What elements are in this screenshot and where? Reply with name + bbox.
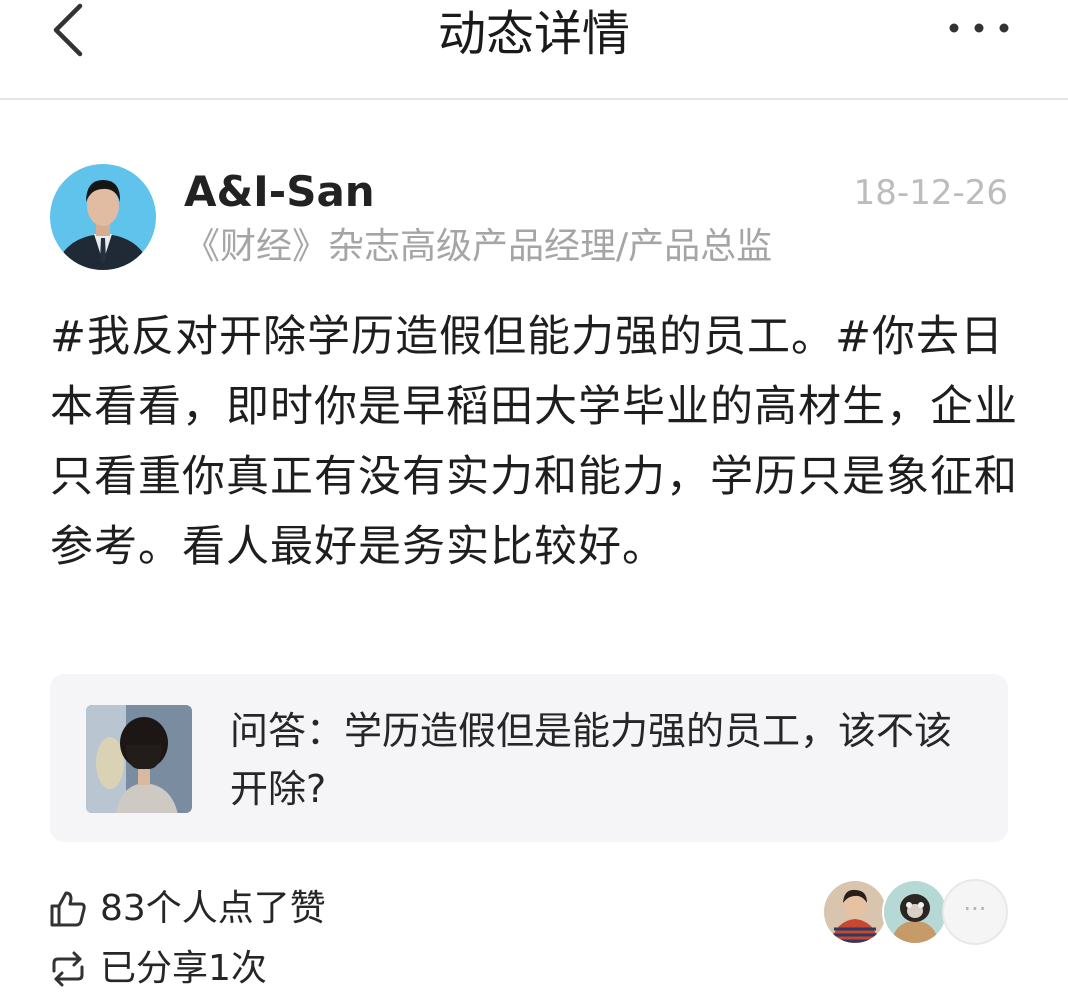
like-button[interactable]: 83个人点了赞 <box>48 884 326 934</box>
linked-question-card[interactable]: 问答：学历造假但是能力强的员工，该不该开除? <box>50 674 1008 842</box>
share-count-row: 已分享1次 <box>48 944 267 994</box>
liker-avatar-1[interactable] <box>822 879 888 945</box>
share-count-text: 已分享1次 <box>100 948 267 989</box>
post-date: 18-12-26 <box>853 173 1008 213</box>
more-dots-icon <box>949 23 1009 33</box>
repost-icon <box>52 951 84 987</box>
more-likers-button[interactable]: ··· <box>942 879 1008 945</box>
author-name[interactable]: A&I-San <box>184 166 375 218</box>
page-title: 动态详情 <box>437 6 630 62</box>
author-title: 《财经》杂志高级产品经理/产品总监 <box>184 226 773 267</box>
question-title: 问答：学历造假但是能力强的员工，该不该开除? <box>230 709 953 811</box>
like-count-text: 83个人点了赞 <box>100 888 326 929</box>
question-thumbnail <box>86 705 192 813</box>
top-nav-bar: 动态详情 <box>0 0 1068 100</box>
liker-avatar-2[interactable] <box>882 879 948 945</box>
author-avatar[interactable] <box>50 164 156 270</box>
thumbs-up-icon <box>50 891 86 927</box>
more-options-button[interactable] <box>946 16 1012 40</box>
post-body-text: #我反对开除学历造假但能力强的员工。#你去日本看看，即时你是早稻田大学毕业的高材… <box>50 312 1018 572</box>
